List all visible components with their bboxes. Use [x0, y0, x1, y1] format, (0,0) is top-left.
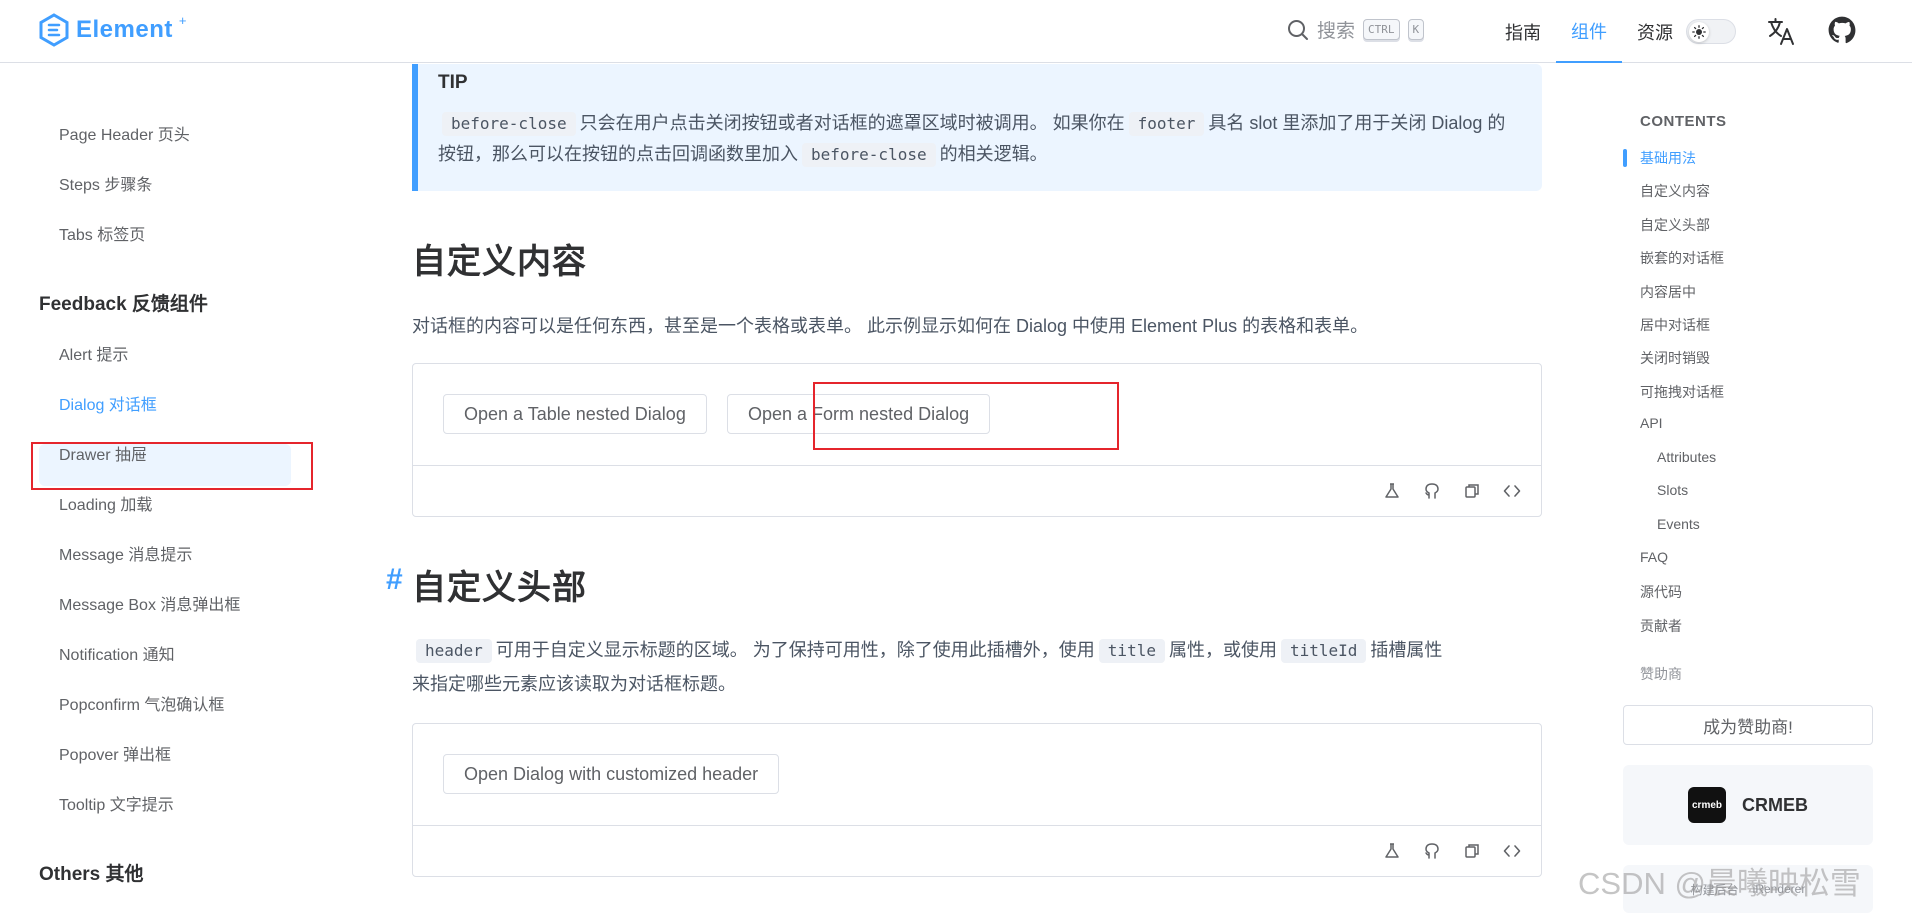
tip-block: TIP before-close 只会在用户点击关闭按钮或者对话框的遮罩区域时被调… — [412, 64, 1542, 191]
toc-item-destroy-on-close[interactable]: 关闭时销毁 — [1640, 348, 1710, 368]
open-table-dialog-button[interactable]: Open a Table nested Dialog — [443, 394, 707, 434]
toc-item-draggable[interactable]: 可拖拽对话框 — [1640, 382, 1724, 402]
github-edit-icon[interactable] — [1423, 842, 1441, 860]
demo-block-custom-content: Open a Table nested Dialog Open a Form n… — [412, 363, 1542, 517]
tip-text-3: 按钮，那么可以在按钮的点击回调函数里加入 — [438, 144, 798, 164]
playground-icon[interactable] — [1383, 482, 1401, 500]
demo-body: Open a Table nested Dialog Open a Form n… — [413, 364, 1541, 466]
sidebar-group-feedback: Feedback 反馈组件 — [39, 294, 208, 315]
toc-title: CONTENTS — [1640, 113, 1727, 130]
code-icon[interactable] — [1503, 482, 1521, 500]
nav-guide[interactable]: 指南 — [1490, 0, 1556, 63]
open-customized-header-button[interactable]: Open Dialog with customized header — [443, 754, 780, 794]
table-of-contents: CONTENTS 基础用法 自定义内容 自定义头部 嵌套的对话框 内容居中 居中… — [1620, 64, 1912, 913]
nav-resource[interactable]: 资源 — [1622, 0, 1688, 63]
search-icon — [1288, 19, 1308, 40]
search-box[interactable]: 搜索 CTRL K — [1287, 16, 1425, 43]
sidebar-item-popover[interactable]: Popover 弹出框 — [59, 741, 171, 765]
toc-item-contributors[interactable]: 贡献者 — [1640, 616, 1682, 636]
header-text-1: 可用于自定义显示标题的区域。 为了保持可用性，除了使用此插槽外，使用 — [495, 640, 1095, 660]
code-before-close-2: before-close — [802, 143, 936, 167]
sidebar-item-tabs[interactable]: Tabs 标签页 — [59, 221, 145, 245]
translate-icon[interactable] — [1766, 16, 1796, 46]
sidebar-dialog-highlight-box — [31, 442, 313, 490]
playground-icon[interactable] — [1383, 842, 1401, 860]
crmeb-logo: crmeb — [1688, 787, 1726, 823]
demo-block-custom-header: Open Dialog with customized header — [412, 723, 1542, 877]
sidebar-item-tooltip[interactable]: Tooltip 文字提示 — [59, 791, 174, 815]
become-sponsor-button[interactable]: 成为赞助商! — [1623, 705, 1873, 745]
toc-item-custom-header[interactable]: 自定义头部 — [1640, 215, 1710, 235]
code-icon[interactable] — [1503, 842, 1521, 860]
toc-item-faq[interactable]: FAQ — [1640, 549, 1668, 565]
csdn-watermark: CSDN @晨曦映松雪 — [1578, 866, 1861, 901]
sidebar-item-loading[interactable]: Loading 加载 — [59, 491, 152, 515]
crmeb-name: CRMEB — [1742, 794, 1808, 815]
form-button-highlight-box — [813, 382, 1119, 450]
sun-icon — [1689, 22, 1709, 42]
nav-component[interactable]: 组件 — [1556, 0, 1622, 63]
section-anchor[interactable]: # — [386, 563, 403, 597]
kbd-k: K — [1407, 19, 1425, 40]
tip-text: before-close 只会在用户点击关闭按钮或者对话框的遮罩区域时被调用。 如… — [438, 108, 1522, 170]
header-text-2: 属性，或使用 — [1168, 640, 1277, 660]
logo-text: Element — [76, 16, 173, 43]
sidebar-item-alert[interactable]: Alert 提示 — [59, 341, 128, 365]
tip-title: TIP — [438, 72, 468, 93]
section-description-custom-header: header 可用于自定义显示标题的区域。 为了保持可用性，除了使用此插槽外，使用… — [412, 633, 1542, 701]
toc-item-basic[interactable]: 基础用法 — [1640, 148, 1696, 168]
header-text-3: 插槽属性 — [1370, 640, 1443, 660]
theme-toggle[interactable] — [1686, 19, 1736, 44]
toc-item-nested[interactable]: 嵌套的对话框 — [1640, 248, 1724, 268]
tip-text-2: 具名 slot 里添加了用于关闭 Dialog 的 — [1208, 113, 1506, 133]
sidebar-group-others: Others 其他 — [39, 864, 144, 885]
main-content: TIP before-close 只会在用户点击关闭按钮或者对话框的遮罩区域时被调… — [320, 64, 1595, 913]
search-label: 搜索 — [1317, 21, 1356, 42]
code-before-close: before-close — [442, 112, 576, 136]
demo-actions — [413, 466, 1541, 516]
sidebar-item-notification[interactable]: Notification 通知 — [59, 641, 175, 665]
code-footer: footer — [1128, 112, 1205, 136]
code-title-id: titleId — [1280, 639, 1367, 663]
tip-text-4: 的相关逻辑。 — [939, 144, 1048, 164]
element-logo[interactable]: Element + — [38, 13, 186, 47]
tip-text-1: 只会在用户点击关闭按钮或者对话框的遮罩区域时被调用。 如果你在 — [579, 113, 1125, 133]
header-text-4: 来指定哪些元素应该读取为对话框标题。 — [412, 674, 736, 694]
demo-body: Open Dialog with customized header — [413, 724, 1541, 826]
top-navbar: Element + 搜索 CTRL K 指南 组件 资源 — [0, 0, 1912, 63]
copy-icon[interactable] — [1463, 842, 1481, 860]
kbd-ctrl: CTRL — [1363, 19, 1400, 40]
section-description-custom-content: 对话框的内容可以是任何东西，甚至是一个表格或表单。 此示例显示如何在 Dialo… — [412, 316, 1369, 336]
github-edit-icon[interactable] — [1423, 482, 1441, 500]
section-title-custom-header: 自定义头部 — [412, 569, 587, 607]
element-logo-icon — [39, 13, 69, 47]
toc-item-attributes[interactable]: Attributes — [1657, 449, 1716, 465]
code-title: title — [1098, 639, 1165, 663]
sidebar-item-message-box[interactable]: Message Box 消息弹出框 — [59, 591, 240, 615]
sponsor-crmeb[interactable]: crmeb CRMEB — [1623, 765, 1873, 845]
sidebar-item-message[interactable]: Message 消息提示 — [59, 541, 192, 565]
demo-actions — [413, 826, 1541, 876]
sidebar-item-dialog[interactable]: Dialog 对话框 — [59, 391, 157, 415]
sidebar-item-page-header[interactable]: Page Header 页头 — [59, 121, 190, 145]
toc-item-api[interactable]: API — [1640, 415, 1663, 431]
logo-plus: + — [178, 12, 187, 28]
toc-active-marker — [1623, 149, 1627, 167]
github-icon[interactable] — [1828, 16, 1856, 44]
sidebar-item-popconfirm[interactable]: Popconfirm 气泡确认框 — [59, 691, 224, 715]
toc-item-content-center[interactable]: 内容居中 — [1640, 282, 1696, 302]
main-nav: 指南 组件 资源 — [1490, 0, 1688, 63]
toc-item-custom-content[interactable]: 自定义内容 — [1640, 181, 1710, 201]
toc-item-slots[interactable]: Slots — [1657, 482, 1688, 498]
code-header: header — [416, 639, 492, 663]
toc-item-align-center[interactable]: 居中对话框 — [1640, 315, 1710, 335]
sidebar-item-steps[interactable]: Steps 步骤条 — [59, 171, 152, 195]
toc-item-source[interactable]: 源代码 — [1640, 582, 1682, 602]
sponsor-label: 赞助商 — [1640, 666, 1682, 682]
toc-item-events[interactable]: Events — [1657, 516, 1700, 532]
section-title-custom-content: 自定义内容 — [412, 243, 587, 281]
copy-icon[interactable] — [1463, 482, 1481, 500]
